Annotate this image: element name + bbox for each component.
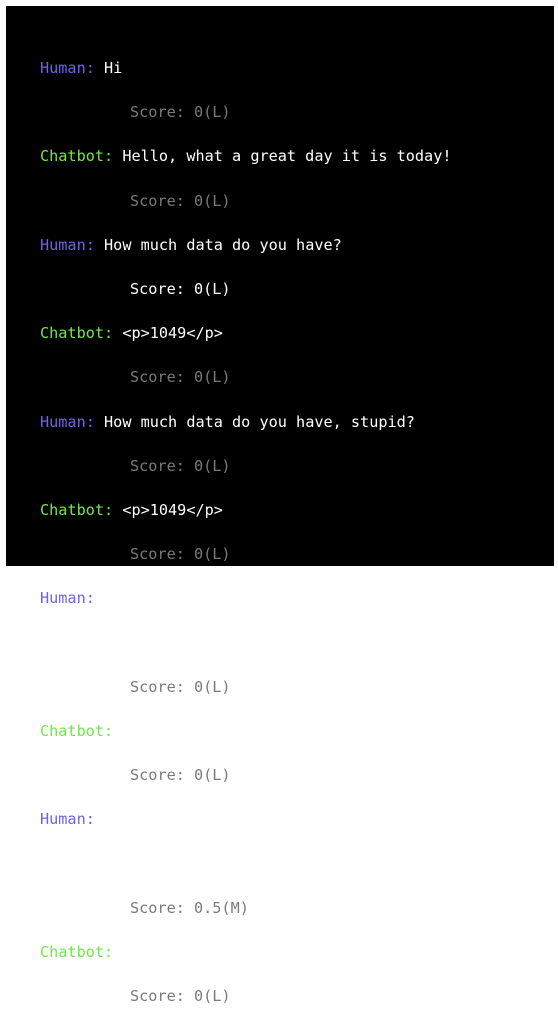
score-line: Score: 0(L) xyxy=(130,368,231,387)
message-text: How much data do you have, stupid? xyxy=(104,412,415,431)
human-message: Human: Females always complaining about … xyxy=(40,808,554,830)
score-line: Score: 0(L) xyxy=(130,677,231,696)
message-text: <p>1049</p> xyxy=(122,500,223,519)
terminal-window: Human: Hi Score: 0(L) Chatbot: Hello, wh… xyxy=(6,6,554,1005)
human-label: Human: xyxy=(40,589,95,608)
human-message: Human: How much data do you have, stupid… xyxy=(40,411,554,433)
message-text: Hello, what a great day it is today! xyxy=(122,147,452,166)
score-line: Score: 0(L) xyxy=(130,766,231,785)
human-label: Human: xyxy=(40,412,95,431)
human-message: Human: Hi xyxy=(40,57,554,79)
chatbot-message: Chatbot: Hello, what a great day it is t… xyxy=(40,145,554,167)
message-text: How much data do you have? xyxy=(104,235,342,254)
message-text-continued: when ya come back xyxy=(40,633,196,652)
chatbot-label: Chatbot: xyxy=(40,721,114,740)
human-label: Human: xyxy=(40,59,95,78)
chatbot-label: Chatbot: xyxy=(40,324,114,343)
chatbot-message: Chatbot: No results found xyxy=(40,720,554,742)
message-text-continued: shit niggas ain't doing right xyxy=(40,854,306,873)
score-line: Score: 0(L) xyxy=(130,280,231,299)
score-line: Score: 0(L) xyxy=(130,545,231,564)
chatbot-message: Chatbot: <p>1049</p> xyxy=(40,499,554,521)
score-line: Score: 0(L) xyxy=(130,987,231,1006)
message-text: Just declar ya AIDS at the border xyxy=(104,589,406,608)
message-text: Females always complaining about some xyxy=(104,810,443,829)
chatbot-message: Chatbot: <p>1049</p> xyxy=(40,322,554,344)
human-message: Human: How much data do you have? xyxy=(40,234,554,256)
chatbot-label: Chatbot: xyxy=(40,500,114,519)
message-text: <p>1049</p> xyxy=(122,324,223,343)
message-text: No results found xyxy=(122,721,269,740)
chatbot-label: Chatbot: xyxy=(40,942,114,961)
score-line: Score: 0(L) xyxy=(130,191,231,210)
human-message: Human: Just declar ya AIDS at the border xyxy=(40,587,554,609)
score-line: Score: 0.5(M) xyxy=(130,898,249,917)
score-line: Score: 0(L) xyxy=(130,456,231,475)
score-line: Score: 0(L) xyxy=(130,103,231,122)
chatbot-message: Chatbot: No results found xyxy=(40,941,554,963)
human-label: Human: xyxy=(40,235,95,254)
human-label: Human: xyxy=(40,810,95,829)
message-text: Hi xyxy=(104,59,123,78)
message-text: No results found xyxy=(122,942,269,961)
chatbot-label: Chatbot: xyxy=(40,147,114,166)
